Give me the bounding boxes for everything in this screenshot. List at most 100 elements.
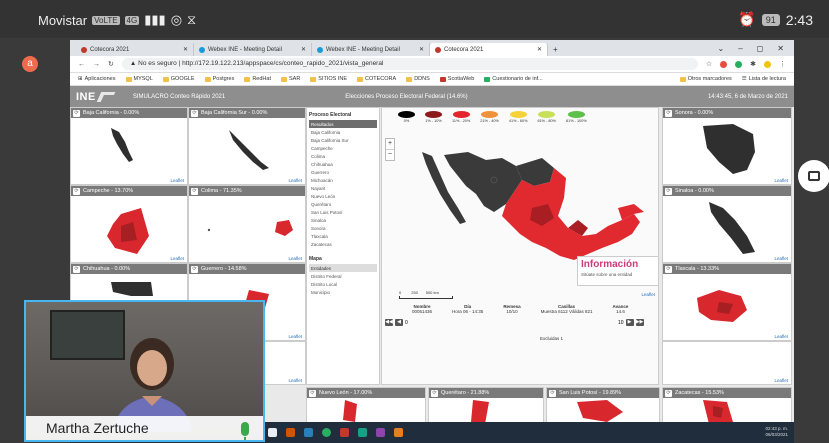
profile-icon[interactable] [764, 60, 771, 68]
next-page-button[interactable]: ▶ [625, 319, 634, 326]
microphone-icon[interactable] [241, 422, 249, 440]
state-panel-colima[interactable]: ⟳ Colima - 71.35% Leaflet [188, 185, 306, 263]
sidebar-item[interactable]: San Luis Potosí [309, 208, 377, 216]
expand-icon[interactable]: ⟳ [665, 389, 672, 397]
bookmark-folder[interactable]: DDNS [406, 76, 430, 82]
apps-bookmark[interactable]: ⊞ Aplicaciones [78, 76, 116, 82]
close-icon[interactable]: ✕ [419, 46, 424, 53]
last-page-button[interactable]: ▶▶ [635, 319, 644, 326]
expand-icon[interactable]: ⟳ [191, 265, 198, 273]
participant-video[interactable]: Martha Zertuche [24, 300, 265, 442]
sidebar-item[interactable]: Sinaloa [309, 216, 377, 224]
sidebar-item[interactable]: Tlaxcala [309, 232, 377, 240]
sidebar-item[interactable]: Chihuahua [309, 160, 377, 168]
bookmark-folder[interactable]: SAR [280, 76, 300, 82]
minimize-button[interactable]: – [738, 44, 742, 53]
bookmark-link[interactable]: ScotiaWeb [439, 76, 474, 82]
state-panel-nuevo-leon[interactable]: ⟳ Nuevo León - 17.00% [306, 387, 426, 423]
taskbar-clock[interactable]: 02:43 p. m. 06/03/2021 [765, 426, 788, 438]
sidebar-item[interactable]: Campeche [309, 144, 377, 152]
expand-icon[interactable]: ⟳ [73, 187, 80, 195]
expand-icon[interactable]: ⟳ [73, 265, 80, 273]
powerpoint-icon[interactable] [286, 428, 295, 437]
bookmark-folder[interactable]: RedHat [244, 76, 271, 82]
sidebar-item[interactable]: Nayarit [309, 184, 377, 192]
excel-icon[interactable] [358, 428, 367, 437]
map-item-entidades[interactable]: Entidades [309, 264, 377, 272]
bookmark-folder[interactable]: GOOGLE [162, 76, 195, 82]
outlook-icon[interactable] [304, 428, 313, 437]
expand-icon[interactable]: ⟳ [665, 187, 672, 195]
tab-search-icon[interactable]: ⌄ [718, 44, 725, 53]
close-icon[interactable]: ✕ [301, 46, 306, 53]
leaflet-attribution[interactable]: Leaflet [774, 334, 788, 339]
back-icon[interactable]: ← [78, 61, 85, 68]
expand-icon[interactable]: ⟳ [665, 265, 672, 273]
star-icon[interactable]: ☆ [706, 60, 712, 68]
close-window-button[interactable]: ✕ [777, 44, 784, 53]
browser-tab[interactable]: Webex INE - Meeting Detail ✕ [194, 43, 312, 56]
state-panel-baja-california[interactable]: ⟳ Baja California - 0.00% Leaflet [70, 107, 188, 185]
state-panel-sonora[interactable]: ⟳ Sonora - 0.00% Leaflet [662, 107, 792, 185]
sidebar-item[interactable]: Baja California [309, 128, 377, 136]
leaflet-attribution[interactable]: Leaflet [288, 178, 302, 183]
bookmark-folder[interactable]: MYSQL [125, 76, 153, 82]
sidebar-item[interactable]: Zacatecas [309, 240, 377, 248]
state-panel-sinaloa[interactable]: ⟳ Sinaloa - 0.00% Leaflet [662, 185, 792, 263]
bookmark-folder[interactable]: SITIOS INE [310, 76, 347, 82]
file-explorer-icon[interactable] [268, 428, 277, 437]
leaflet-attribution[interactable]: Leaflet [774, 178, 788, 183]
leaflet-attribution[interactable]: Leaflet [288, 378, 302, 383]
app-shortcut-icon[interactable]: a [22, 56, 38, 72]
extension-icon[interactable] [720, 60, 728, 68]
acrobat-icon[interactable] [340, 428, 349, 437]
state-panel-san-luis-potosi[interactable]: ⟳ San Luis Potosí - 19.89% [546, 387, 660, 423]
leaflet-attribution[interactable]: Leaflet [288, 256, 302, 261]
other-bookmarks[interactable]: Otros marcadores [679, 76, 732, 82]
chrome-icon[interactable] [322, 428, 331, 437]
state-panel-baja-california-sur[interactable]: ⟳ Baja California Sur - 0.00% Leaflet [188, 107, 306, 185]
teams-icon[interactable] [376, 428, 385, 437]
leaflet-attribution[interactable]: Leaflet [170, 256, 184, 261]
expand-icon[interactable]: ⟳ [431, 389, 438, 397]
bookmark-folder[interactable]: COTECORA [357, 76, 396, 82]
map-item[interactable]: Distrito Federal [309, 272, 377, 280]
sidebar-item[interactable]: Sonora [309, 224, 377, 232]
leaflet-attribution[interactable]: Leaflet [641, 292, 655, 297]
browser-tab-active[interactable]: Cotecora 2021 ✕ [430, 43, 548, 56]
expand-icon[interactable]: ⟳ [549, 389, 556, 397]
bookmark-folder[interactable]: Postgres [204, 76, 234, 82]
sidebar-item[interactable]: Baja California Sur [309, 136, 377, 144]
expand-icon[interactable]: ⟳ [665, 109, 672, 117]
app-icon[interactable] [394, 428, 403, 437]
extension-icon[interactable] [735, 60, 743, 68]
sidebar-item[interactable]: Colima [309, 152, 377, 160]
leaflet-attribution[interactable]: Leaflet [774, 378, 788, 383]
close-icon[interactable]: ✕ [183, 46, 188, 53]
browser-tab[interactable]: Cotecora 2021 ✕ [76, 43, 194, 56]
url-field[interactable]: ▲ No es seguro | http://172.19.122.213/a… [121, 58, 698, 70]
sidebar-item[interactable]: Guerrero [309, 168, 377, 176]
national-map[interactable]: 0% 1% - 10% 11% - 20% 21% - 40% 41% - 60… [381, 107, 659, 385]
prev-page-button[interactable]: ◀ [395, 319, 403, 326]
reload-icon[interactable]: ↻ [108, 60, 114, 68]
expand-icon[interactable]: ⟳ [73, 109, 80, 117]
window-toggle-button[interactable] [798, 160, 829, 192]
state-panel-queretaro[interactable]: ⟳ Querétaro - 21.88% [428, 387, 544, 423]
new-tab-button[interactable]: + [548, 43, 562, 56]
close-icon[interactable]: ✕ [537, 46, 542, 53]
map-item[interactable]: Distrito Local [309, 280, 377, 288]
leaflet-attribution[interactable]: Leaflet [774, 256, 788, 261]
leaflet-attribution[interactable]: Leaflet [170, 178, 184, 183]
expand-icon[interactable]: ⟳ [191, 109, 198, 117]
expand-icon[interactable]: ⟳ [191, 187, 198, 195]
menu-icon[interactable]: ⋮ [779, 60, 786, 68]
reading-list[interactable]: ☰ Lista de lectura [742, 76, 786, 82]
first-page-button[interactable]: ◀◀ [385, 319, 393, 326]
browser-tab[interactable]: Webex INE - Meeting Detail ✕ [312, 43, 430, 56]
sidebar-item-resultados[interactable]: Resultados [309, 120, 377, 128]
maximize-button[interactable]: ◻ [757, 44, 764, 53]
sidebar-item[interactable]: Michoacán [309, 176, 377, 184]
expand-icon[interactable]: ⟳ [309, 389, 316, 397]
sidebar-item[interactable]: Querétaro [309, 200, 377, 208]
